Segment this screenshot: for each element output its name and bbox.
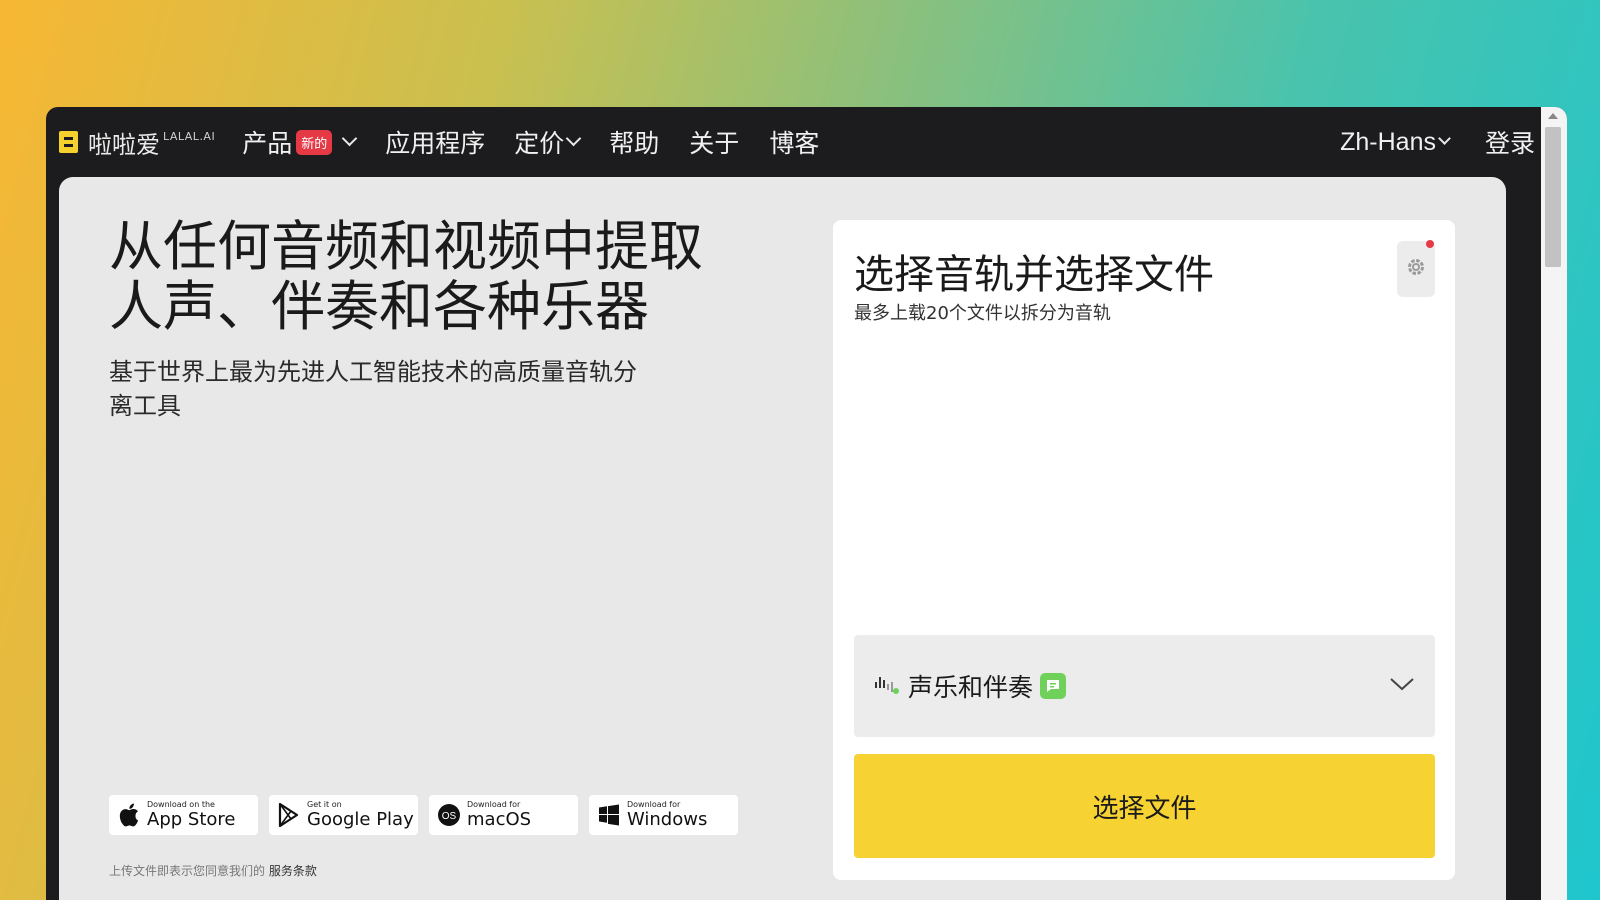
hero-subtitle: 基于世界上最为先进人工智能技术的高质量音轨分离工具 — [109, 358, 637, 420]
app-store-small: Download on the — [147, 800, 215, 809]
main-panel: 从任何音频和视频中提取人声、伴奏和各种乐器 基于世界上最为先进人工智能技术的高质… — [59, 177, 1506, 900]
notification-dot — [1426, 240, 1434, 248]
apple-icon — [117, 802, 141, 828]
scroll-up-icon[interactable] — [1548, 113, 1558, 119]
nav-pricing[interactable]: 定价 — [514, 124, 582, 160]
language-selector[interactable]: Zh-Hans — [1340, 127, 1451, 157]
scrollbar[interactable] — [1541, 107, 1567, 900]
terms-link[interactable]: 服务条款 — [269, 864, 317, 878]
stem-type-select[interactable]: 声乐和伴奏 — [854, 635, 1435, 737]
logo[interactable]: 啦啦爱 LALAL.AI — [59, 125, 215, 160]
chevron-down-icon — [566, 130, 582, 146]
hero-title: 从任何音频和视频中提取人声、伴奏和各种乐器 — [109, 215, 703, 338]
chevron-down-icon — [1438, 131, 1451, 145]
nav-about[interactable]: 关于 — [689, 124, 739, 160]
card-title: 选择音轨并选择文件 — [854, 252, 1214, 298]
language-label: Zh-Hans — [1340, 127, 1436, 156]
nav-products-label: 产品 — [242, 129, 293, 158]
google-play-icon — [277, 802, 301, 828]
windows-button[interactable]: Download for Windows — [589, 795, 738, 835]
terms-prefix: 上传文件即表示您同意我们的 — [109, 864, 266, 878]
svg-text:OS: OS — [442, 811, 457, 822]
new-badge: 新的 — [296, 129, 333, 155]
stem-type-label: 声乐和伴奏 — [908, 673, 1034, 702]
app-store-button[interactable]: Download on the App Store — [109, 795, 258, 835]
nav-pricing-label: 定价 — [514, 129, 565, 158]
nav-products[interactable]: 产品 新的 — [242, 124, 358, 160]
macos-big: macOS — [467, 809, 532, 830]
card-subtitle: 最多上载20个文件以拆分为音轨 — [854, 303, 1111, 324]
macos-small: Download for — [467, 800, 521, 809]
windows-small: Download for — [627, 800, 681, 809]
google-play-button[interactable]: Get it on Google Play — [269, 795, 418, 835]
google-play-big: Google Play — [307, 809, 414, 830]
top-nav: 啦啦爱 LALAL.AI 产品 新的 应用程序 定价 帮助 关于 博客 Zh-H… — [46, 107, 1541, 177]
waveform-icon — [874, 672, 900, 700]
macos-icon: OS — [437, 802, 461, 828]
nav-blog[interactable]: 博客 — [769, 124, 819, 160]
gear-icon — [1406, 257, 1426, 281]
windows-big: Windows — [627, 809, 708, 830]
google-play-small: Get it on — [307, 800, 342, 809]
stem-badge-icon — [1040, 673, 1067, 699]
logo-sup: LALAL.AI — [163, 129, 216, 143]
nav-help[interactable]: 帮助 — [609, 124, 659, 160]
login-link[interactable]: 登录 — [1485, 124, 1535, 160]
nav-apps[interactable]: 应用程序 — [385, 124, 485, 160]
chevron-down-icon — [341, 130, 358, 146]
app-store-big: App Store — [147, 809, 236, 830]
windows-icon — [597, 802, 621, 828]
select-files-button[interactable]: 选择文件 — [854, 754, 1435, 858]
terms-note: 上传文件即表示您同意我们的 服务条款 — [109, 862, 317, 879]
scroll-thumb[interactable] — [1545, 127, 1561, 267]
chevron-down-icon — [1389, 676, 1415, 696]
logo-icon — [59, 131, 78, 153]
macos-button[interactable]: OS Download for macOS — [429, 795, 578, 835]
settings-button[interactable] — [1397, 241, 1435, 297]
logo-text: 啦啦爱 — [88, 130, 160, 159]
store-badges: Download on the App Store Get it on Goog… — [109, 795, 738, 835]
upload-card: 选择音轨并选择文件 最多上载20个文件以拆分为音轨 声乐和伴奏 选择文件 — [833, 220, 1455, 880]
browser-window: 啦啦爱 LALAL.AI 产品 新的 应用程序 定价 帮助 关于 博客 Zh-H… — [46, 107, 1567, 900]
